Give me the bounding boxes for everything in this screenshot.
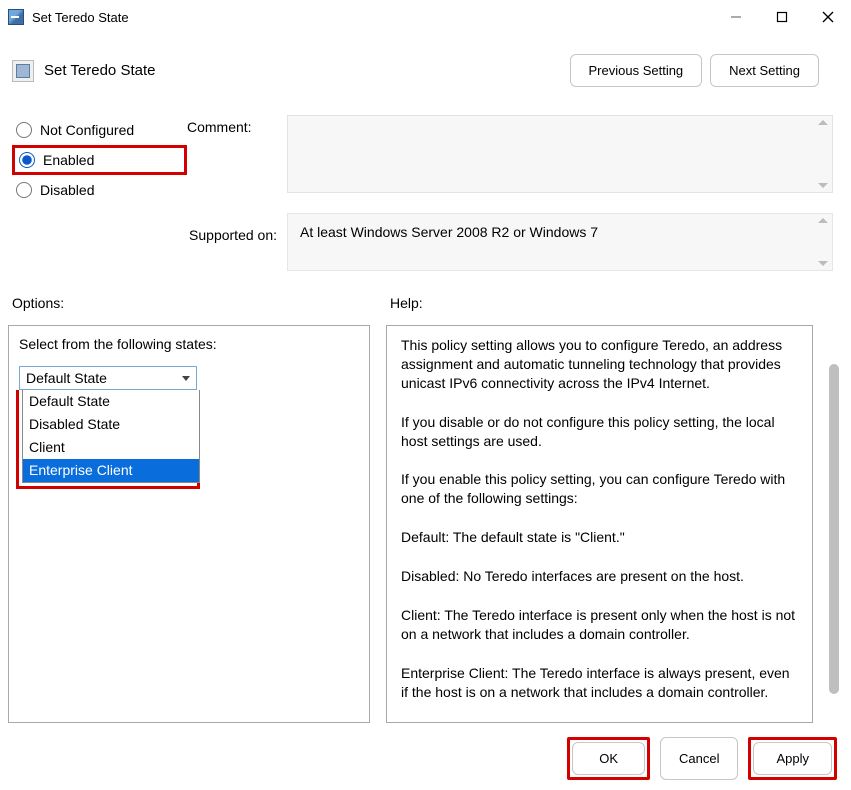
outer-scrollbar-thumb[interactable] (829, 364, 839, 694)
outer-scrollbar-track (829, 325, 839, 723)
scroll-down-icon (818, 183, 828, 188)
policy-title: Set Teredo State (44, 62, 155, 79)
config-area: Not Configured Enabled Disabled Comment: (0, 115, 851, 205)
policy-icon (12, 60, 34, 82)
help-paragraph: Enterprise Client: The Teredo interface … (401, 664, 798, 702)
comment-label: Comment: (187, 115, 287, 135)
window-controls (713, 0, 851, 34)
subheader: Set Teredo State Previous Setting Next S… (0, 54, 851, 87)
scroll-down-icon (818, 261, 828, 266)
nav-buttons: Previous Setting Next Setting (570, 54, 840, 87)
ok-highlight: OK (567, 737, 650, 780)
minimize-button[interactable] (713, 0, 759, 34)
help-paragraph: Client: The Teredo interface is present … (401, 606, 798, 644)
close-button[interactable] (805, 0, 851, 34)
radio-enabled-input[interactable] (19, 152, 35, 168)
scroll-up-icon (818, 120, 828, 125)
main-panels: Select from the following states: Defaul… (0, 325, 851, 723)
help-paragraph: This policy setting allows you to config… (401, 336, 798, 393)
supported-value-box: At least Windows Server 2008 R2 or Windo… (287, 213, 833, 271)
radio-not-configured[interactable]: Not Configured (12, 115, 187, 145)
radio-enabled[interactable]: Enabled (12, 145, 187, 175)
apply-button[interactable]: Apply (753, 742, 832, 775)
dropdown-item-disabled-state[interactable]: Disabled State (23, 413, 199, 436)
help-paragraph: Default: The default state is "Client." (401, 528, 798, 547)
maximize-button[interactable] (759, 0, 805, 34)
options-panel: Select from the following states: Defaul… (8, 325, 370, 723)
dropdown-item-enterprise-client[interactable]: Enterprise Client (23, 459, 199, 482)
supported-value: At least Windows Server 2008 R2 or Windo… (300, 224, 598, 240)
titlebar: Set Teredo State (0, 0, 851, 34)
radio-disabled[interactable]: Disabled (12, 175, 187, 205)
supported-label: Supported on: (187, 213, 287, 243)
help-paragraph: If you enable this policy setting, you c… (401, 470, 798, 508)
supported-row: Supported on: At least Windows Server 20… (0, 213, 851, 271)
footer-buttons: OK Cancel Apply (0, 723, 851, 780)
comment-textarea[interactable] (287, 115, 833, 193)
state-combobox-value: Default State (26, 370, 107, 386)
dropdown-highlight: Default State Disabled State Client Ente… (16, 390, 200, 489)
app-icon (8, 9, 24, 25)
scroll-up-icon (818, 218, 828, 223)
radio-not-configured-input[interactable] (16, 122, 32, 138)
state-dropdown: Default State Disabled State Client Ente… (22, 390, 200, 483)
cancel-button[interactable]: Cancel (660, 737, 738, 780)
radio-disabled-label: Disabled (40, 182, 94, 198)
options-prompt: Select from the following states: (19, 336, 359, 352)
radio-enabled-label: Enabled (43, 152, 94, 168)
help-panel: This policy setting allows you to config… (386, 325, 813, 723)
help-paragraph: If you disable or do not configure this … (401, 413, 798, 451)
options-heading: Options: (12, 295, 390, 311)
help-heading: Help: (390, 295, 839, 311)
chevron-down-icon (182, 376, 190, 381)
dropdown-item-client[interactable]: Client (23, 436, 199, 459)
window-title: Set Teredo State (32, 10, 129, 25)
dropdown-item-default-state[interactable]: Default State (23, 390, 199, 413)
apply-highlight: Apply (748, 737, 837, 780)
radio-not-configured-label: Not Configured (40, 122, 134, 138)
next-setting-button[interactable]: Next Setting (710, 54, 819, 87)
section-labels: Options: Help: (0, 295, 851, 311)
state-combobox[interactable]: Default State (19, 366, 197, 390)
ok-button[interactable]: OK (572, 742, 645, 775)
previous-setting-button[interactable]: Previous Setting (570, 54, 703, 87)
help-paragraph: Disabled: No Teredo interfaces are prese… (401, 567, 798, 586)
radio-disabled-input[interactable] (16, 182, 32, 198)
state-radios: Not Configured Enabled Disabled (12, 115, 187, 205)
